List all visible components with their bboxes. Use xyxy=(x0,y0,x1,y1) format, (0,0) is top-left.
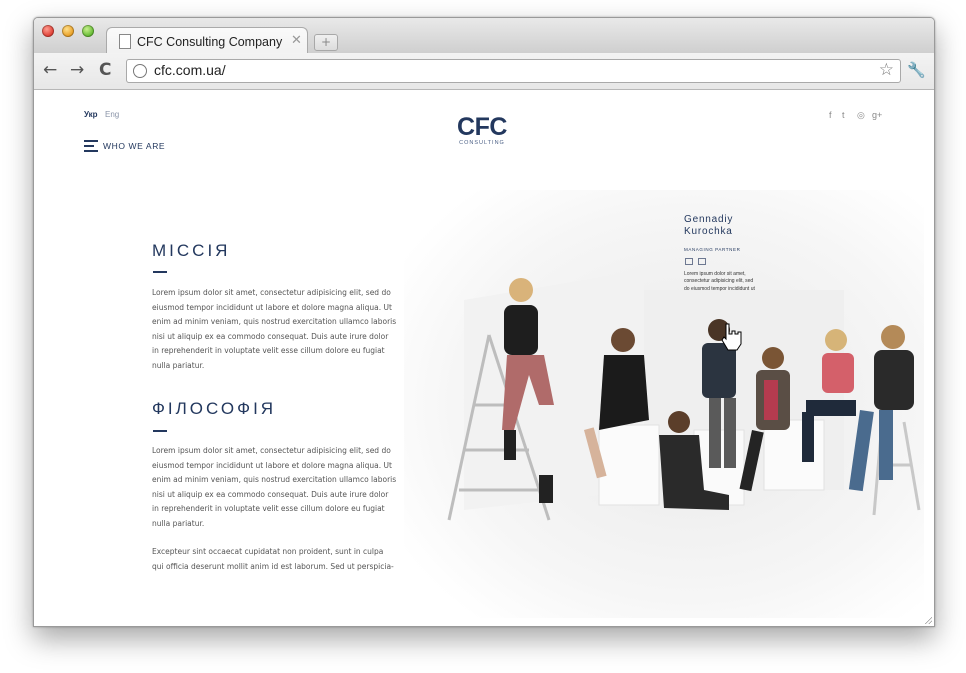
google-plus-icon[interactable]: g+ xyxy=(872,110,882,120)
logo-subtitle: CONSULTING xyxy=(459,140,505,146)
reload-button[interactable]: C xyxy=(99,61,111,79)
email-icon[interactable] xyxy=(685,258,693,265)
bio-line: consectetur adipisicing elit, sed xyxy=(684,278,754,285)
person-bio: Lorem ipsum dolor sit amet, consectetur … xyxy=(684,271,779,293)
text-line: eiusmod tempor incididunt ut labore et d… xyxy=(152,302,392,312)
maximize-window-button[interactable] xyxy=(82,25,94,37)
menu-label-who-we-are[interactable]: WHO WE ARE xyxy=(103,141,165,151)
browser-tab[interactable]: CFC Consulting Company ✕ xyxy=(106,27,308,55)
url-text[interactable]: cfc.com.ua/ xyxy=(154,62,226,78)
text-line: Lorem ipsum dolor sit amet, consectetur … xyxy=(152,288,391,297)
text-line: in reprehenderit in voluptate velit esse… xyxy=(152,504,385,514)
lang-eng-link[interactable]: Eng xyxy=(105,110,119,119)
twitter-icon[interactable]: t xyxy=(842,110,845,120)
philosophy-heading: ФІЛОСОФІЯ xyxy=(152,399,277,418)
person-role: MANAGING PARTNER xyxy=(684,247,741,252)
text-line: nulla pariatur. xyxy=(152,360,205,370)
facebook-icon[interactable]: f xyxy=(829,110,832,120)
mission-underline xyxy=(153,271,167,273)
forward-button[interactable]: → xyxy=(70,61,84,79)
text-line: Lorem ipsum dolor sit amet, consectetur … xyxy=(152,446,391,455)
text-line: qui officia deserunt mollit anim id est … xyxy=(152,561,394,571)
text-line: enim ad minim veniam, quis nostrud exerc… xyxy=(152,317,397,327)
new-tab-button[interactable]: + xyxy=(314,34,338,51)
text-line: enim ad minim veniam, quis nostrud exerc… xyxy=(152,475,397,485)
globe-icon xyxy=(133,64,147,78)
team-photo xyxy=(404,190,924,618)
resize-grip-icon[interactable] xyxy=(923,615,932,624)
page-icon xyxy=(119,34,131,49)
settings-wrench-icon[interactable]: 🔧 xyxy=(907,61,926,79)
browser-toolbar: ← → C cfc.com.ua/ ☆ 🔧 xyxy=(34,53,934,90)
lang-ukr-link[interactable]: Укр xyxy=(84,110,98,119)
text-line: Excepteur sint occaecat cupidatat non pr… xyxy=(152,547,384,556)
logo-wordmark: CFC xyxy=(457,113,507,141)
text-line: nulla pariatur. xyxy=(152,518,205,528)
philosophy-underline xyxy=(153,430,167,432)
bio-line: Lorem ipsum dolor sit amet, xyxy=(684,271,746,277)
cfc-logo[interactable]: CFC CONSULTING xyxy=(452,114,512,147)
title-bar: CFC Consulting Company ✕ + xyxy=(34,18,934,55)
bookmark-star-icon[interactable]: ☆ xyxy=(879,60,894,80)
person-name: Gennadiy Kurochka xyxy=(684,214,764,238)
person-first-name: Gennadiy xyxy=(684,214,734,225)
instagram-icon[interactable]: ◎ xyxy=(857,110,865,121)
text-line: nisi ut aliquip ex ea commodo consequat.… xyxy=(152,489,389,499)
mission-heading: МІССІЯ xyxy=(152,241,231,260)
address-bar[interactable]: cfc.com.ua/ ☆ xyxy=(126,59,901,83)
bio-line: do eiusmod tempor incididunt ut xyxy=(684,285,755,292)
back-button[interactable]: ← xyxy=(43,61,57,79)
minimize-window-button[interactable] xyxy=(62,25,74,37)
mission-text: Lorem ipsum dolor sit amet, consectetur … xyxy=(152,286,414,374)
text-line: in reprehenderit in voluptate velit esse… xyxy=(152,346,385,356)
tab-close-icon[interactable]: ✕ xyxy=(291,33,302,48)
tab-title: CFC Consulting Company xyxy=(137,35,283,49)
linkedin-icon[interactable] xyxy=(698,258,706,265)
philosophy-text: Lorem ipsum dolor sit amet, consectetur … xyxy=(152,444,414,532)
browser-window: CFC Consulting Company ✕ + ← → C cfc.com… xyxy=(33,17,935,627)
text-line: eiusmod tempor incididunt ut labore et d… xyxy=(152,460,392,470)
text-line: nisi ut aliquip ex ea commodo consequat.… xyxy=(152,331,389,341)
person-last-name: Kurochka xyxy=(684,226,733,237)
hamburger-menu-icon[interactable] xyxy=(84,140,98,155)
close-window-button[interactable] xyxy=(42,25,54,37)
web-page: Укр Eng WHO WE ARE CFC CONSULTING f t ◎ … xyxy=(34,90,934,626)
philosophy-extra-text: Excepteur sint occaecat cupidatat non pr… xyxy=(152,545,414,574)
